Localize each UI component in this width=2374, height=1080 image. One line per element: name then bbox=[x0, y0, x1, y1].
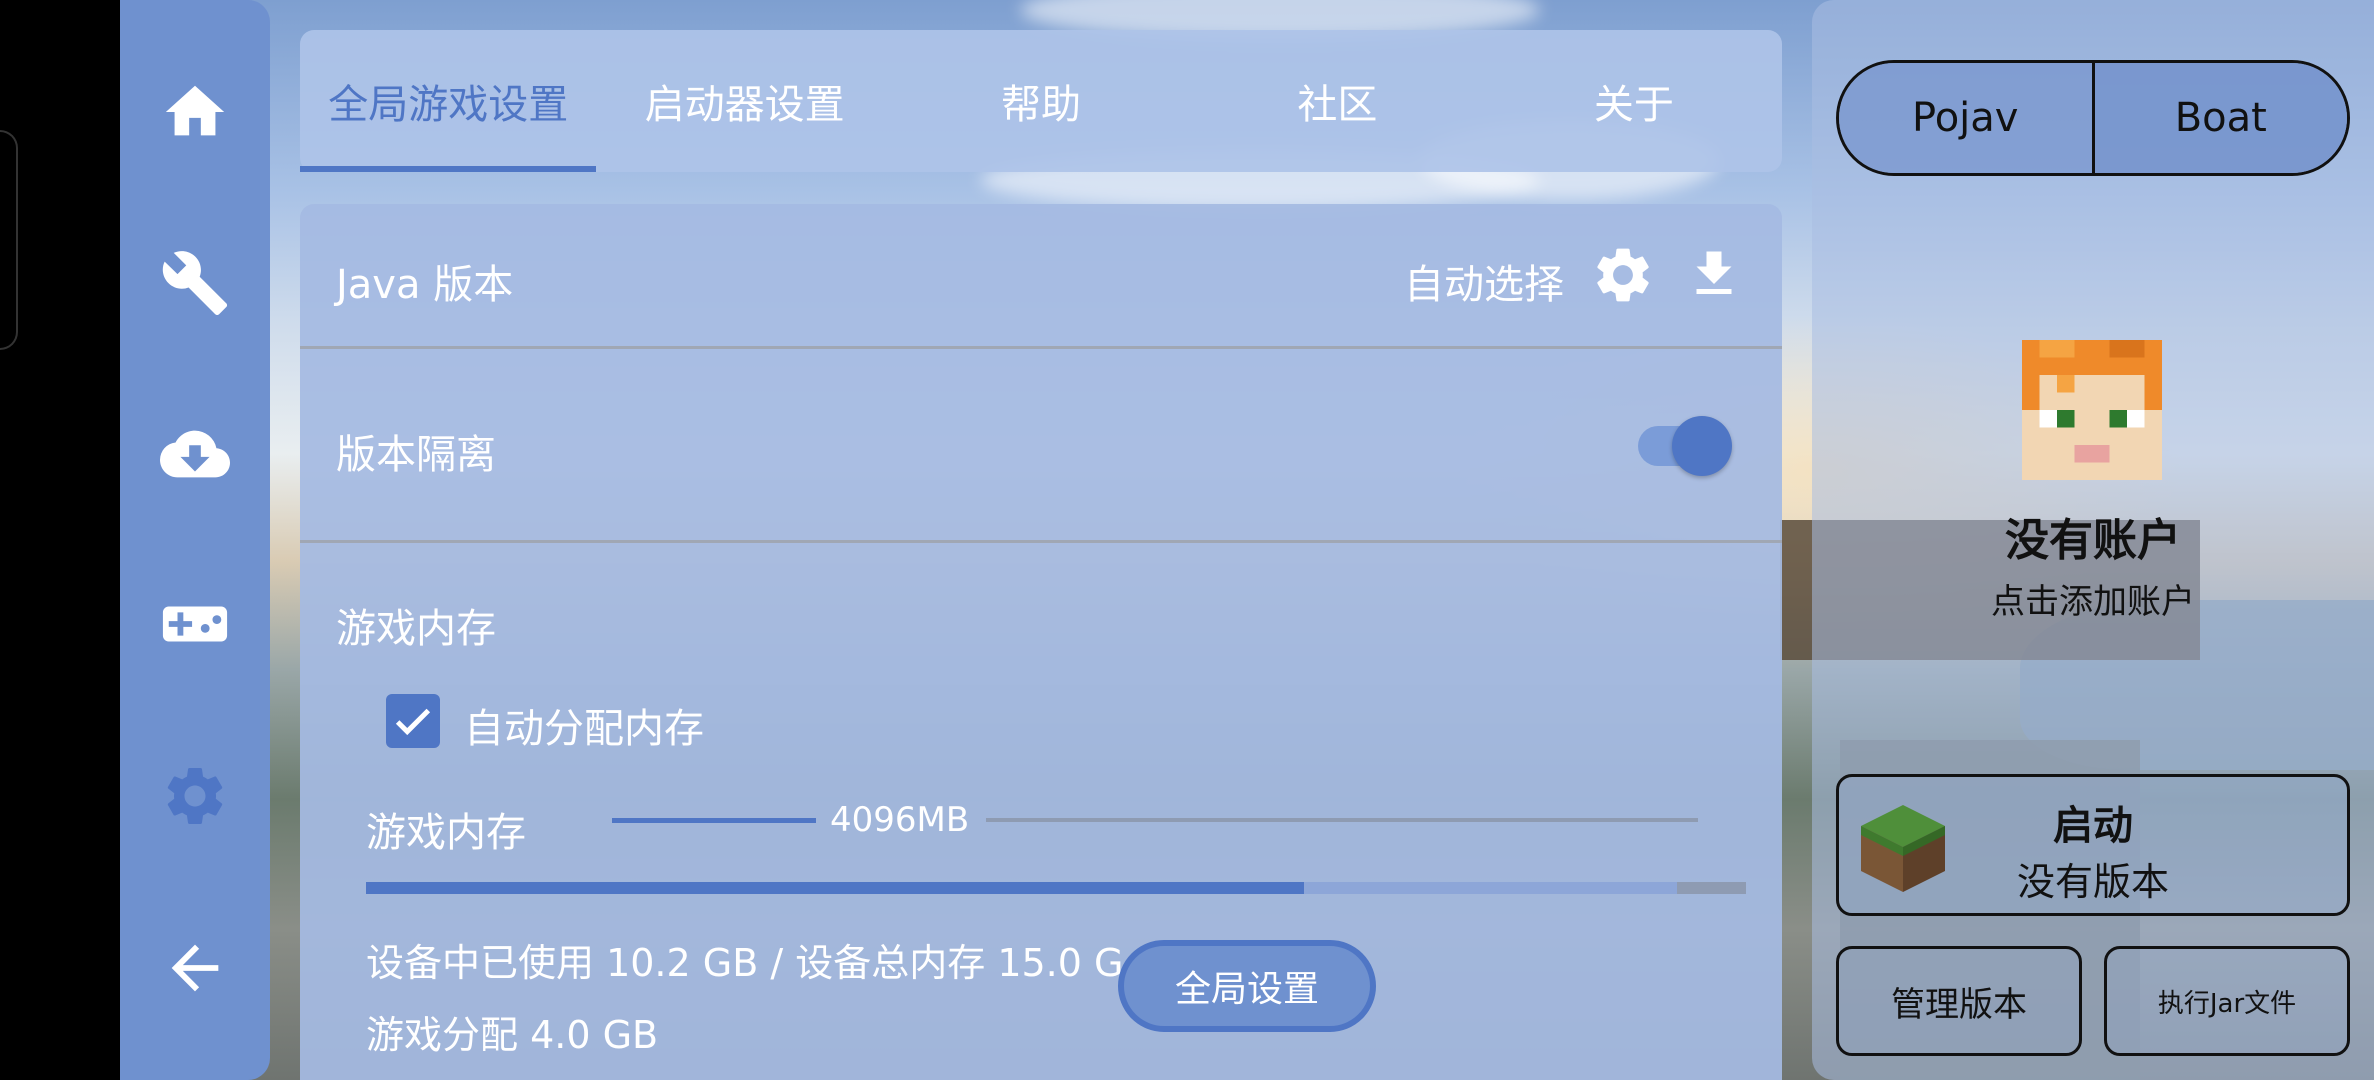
nav-controls-button[interactable] bbox=[155, 584, 235, 664]
gear-icon bbox=[1597, 248, 1649, 302]
divider bbox=[300, 346, 1782, 349]
memory-usage-bar bbox=[366, 882, 1746, 894]
memory-slider-value: 4096MB bbox=[830, 800, 970, 840]
gear-icon bbox=[167, 768, 223, 824]
add-account-hint[interactable]: 点击添加账户 bbox=[1812, 574, 2374, 623]
memory-slider[interactable]: 4096MB bbox=[610, 794, 1700, 844]
tab-community[interactable]: 社区 bbox=[1189, 30, 1485, 172]
run-jar-button[interactable]: 执行Jar文件 bbox=[2104, 946, 2350, 1056]
sidebar-nav bbox=[120, 0, 270, 1080]
settings-panel: Java 版本 自动选择 版本隔离 游戏内存 自动分配内存 游戏内存 4096M… bbox=[300, 204, 1782, 1080]
java-download-button[interactable] bbox=[1684, 244, 1744, 304]
segment-pojav[interactable]: Pojav bbox=[1839, 63, 2092, 173]
auto-memory-checkbox[interactable] bbox=[386, 694, 440, 748]
tab-help[interactable]: 帮助 bbox=[893, 30, 1189, 172]
player-avatar[interactable] bbox=[2022, 340, 2162, 480]
device-memory-usage-text: 设备中已使用 10.2 GB / 设备总内存 15.0 G bbox=[366, 941, 1124, 985]
launch-version-subtitle: 没有版本 bbox=[2016, 860, 2169, 904]
settings-tab-bar: 全局游戏设置 启动器设置 帮助 社区 关于 bbox=[300, 30, 1782, 172]
nav-settings-button[interactable] bbox=[155, 756, 235, 836]
back-arrow-icon bbox=[171, 944, 219, 992]
java-version-label: Java 版本 bbox=[336, 262, 514, 308]
nav-tools-button[interactable] bbox=[155, 242, 235, 322]
global-settings-button[interactable]: 全局设置 bbox=[1118, 940, 1376, 1032]
java-settings-button[interactable] bbox=[1590, 242, 1656, 308]
memory-slider-fill bbox=[612, 818, 816, 823]
tab-global-game-settings[interactable]: 全局游戏设置 bbox=[300, 30, 597, 172]
memory-used-segment bbox=[366, 882, 1304, 894]
account-launch-panel: Pojav Boat 没有账户 点击添加账户 启动 没有版本 管理版本 执行Ja… bbox=[1812, 0, 2374, 1080]
checkmark-icon bbox=[395, 708, 431, 736]
java-version-value[interactable]: 自动选择 bbox=[1404, 252, 1564, 310]
download-icon bbox=[1696, 251, 1732, 294]
nav-download-button[interactable] bbox=[155, 414, 235, 494]
renderer-selector: Pojav Boat bbox=[1836, 60, 2350, 176]
cloud-download-icon bbox=[160, 430, 230, 478]
game-allocation-text: 游戏分配 4.0 GB bbox=[366, 1013, 659, 1057]
launch-title: 启动 bbox=[2053, 803, 2133, 849]
divider bbox=[300, 540, 1782, 543]
version-isolation-label: 版本隔离 bbox=[336, 432, 496, 478]
wrench-icon bbox=[162, 251, 228, 315]
device-notch bbox=[0, 130, 18, 350]
toggle-knob[interactable] bbox=[1672, 416, 1732, 476]
gamepad-icon bbox=[162, 606, 228, 642]
segment-boat[interactable]: Boat bbox=[2091, 63, 2347, 173]
launch-button[interactable]: 启动 没有版本 bbox=[1836, 774, 2350, 916]
nav-home-button[interactable] bbox=[155, 72, 235, 152]
nav-back-button[interactable] bbox=[155, 928, 235, 1008]
tab-about[interactable]: 关于 bbox=[1486, 30, 1782, 172]
memory-slider-track bbox=[986, 818, 1698, 822]
memory-slider-label: 游戏内存 bbox=[366, 810, 526, 856]
auto-memory-label: 自动分配内存 bbox=[464, 706, 704, 752]
home-icon bbox=[165, 85, 225, 136]
tab-launcher-settings[interactable]: 启动器设置 bbox=[596, 30, 892, 172]
account-name[interactable]: 没有账户 bbox=[1812, 504, 2374, 568]
manage-versions-button[interactable]: 管理版本 bbox=[1836, 946, 2082, 1056]
memory-section-label: 游戏内存 bbox=[336, 606, 496, 652]
